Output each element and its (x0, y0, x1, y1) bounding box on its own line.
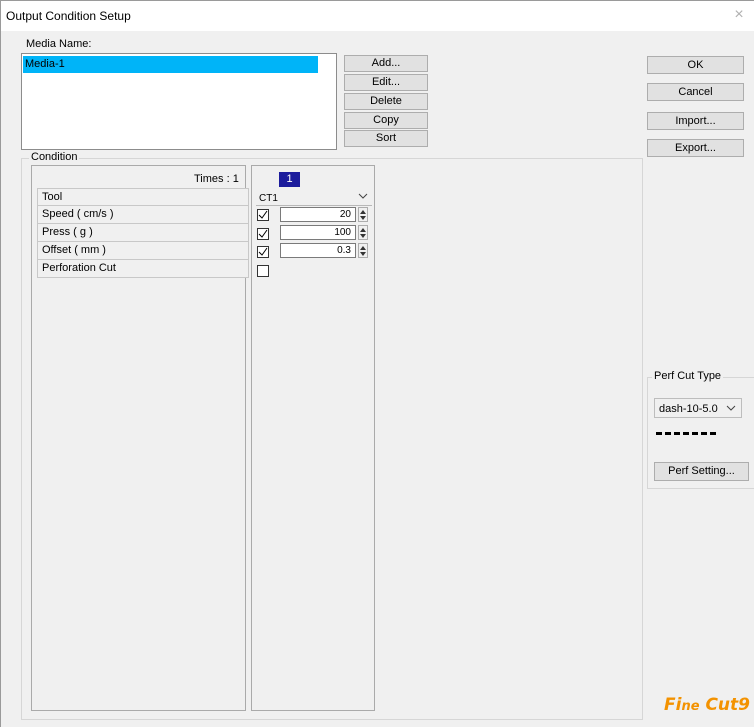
tool-select-value: CT1 (259, 193, 278, 204)
logo-text-b: ne (681, 699, 700, 714)
offset-spinner[interactable] (358, 243, 368, 258)
media-name-label: Media Name: (26, 38, 92, 50)
spin-up-icon[interactable] (360, 210, 366, 214)
check-icon (258, 229, 268, 238)
ok-button[interactable]: OK (647, 56, 744, 74)
import-button[interactable]: Import... (647, 112, 744, 130)
spin-up-icon[interactable] (360, 246, 366, 250)
row-label-perforation-cut: Perforation Cut (37, 260, 249, 278)
perf-cut-type-title: Perf Cut Type (652, 370, 724, 382)
perf-dash-preview (656, 432, 716, 435)
close-icon[interactable]: × (723, 1, 754, 31)
media-list[interactable]: Media-1 (21, 53, 337, 150)
condition-row-labels: Tool Speed ( cm/s ) Press ( g ) Offset (… (37, 188, 249, 278)
press-input[interactable]: 100 (280, 225, 356, 240)
spin-down-icon[interactable] (360, 252, 366, 256)
finecut-logo: Fine Cut9 (664, 695, 750, 715)
row-label-tool: Tool (37, 188, 249, 206)
logo-text-d: 9 (738, 695, 750, 715)
perf-cut-type-value: dash-10-5.0 (659, 403, 718, 415)
row-label-speed: Speed ( cm/s ) (37, 206, 249, 224)
press-checkbox[interactable] (257, 228, 269, 240)
logo-text-c: Cut (699, 695, 739, 715)
times-label: Times : 1 (194, 173, 239, 185)
condition-group-title: Condition (29, 151, 80, 163)
window-title: Output Condition Setup (6, 9, 131, 23)
sort-media-button[interactable]: Sort (344, 130, 428, 147)
add-media-button[interactable]: Add... (344, 55, 428, 72)
delete-media-button[interactable]: Delete (344, 93, 428, 110)
perf-setting-button[interactable]: Perf Setting... (654, 462, 749, 481)
press-spinner[interactable] (358, 225, 368, 240)
export-button[interactable]: Export... (647, 139, 744, 157)
chevron-down-icon (726, 405, 736, 411)
logo-text-a: Fi (664, 695, 682, 715)
speed-spinner[interactable] (358, 207, 368, 222)
offset-checkbox[interactable] (257, 246, 269, 258)
spin-down-icon[interactable] (360, 216, 366, 220)
output-condition-setup-window: Output Condition Setup × Media Name: Med… (0, 0, 754, 727)
check-icon (258, 247, 268, 256)
copy-media-button[interactable]: Copy (344, 112, 428, 129)
spin-down-icon[interactable] (360, 234, 366, 238)
cancel-button[interactable]: Cancel (647, 83, 744, 101)
speed-checkbox[interactable] (257, 209, 269, 221)
offset-input[interactable]: 0.3 (280, 243, 356, 258)
condition-column-header[interactable]: 1 (279, 172, 300, 187)
row-label-offset: Offset ( mm ) (37, 242, 249, 260)
titlebar: Output Condition Setup × (1, 1, 754, 31)
tool-select[interactable]: CT1 (256, 189, 372, 206)
chevron-down-icon (358, 193, 368, 199)
perf-cut-type-select[interactable]: dash-10-5.0 (654, 398, 742, 418)
speed-input[interactable]: 20 (280, 207, 356, 222)
check-icon (258, 210, 268, 219)
row-label-press: Press ( g ) (37, 224, 249, 242)
media-list-item[interactable]: Media-1 (23, 56, 318, 73)
perforation-cut-checkbox[interactable] (257, 265, 269, 277)
spin-up-icon[interactable] (360, 228, 366, 232)
edit-media-button[interactable]: Edit... (344, 74, 428, 91)
